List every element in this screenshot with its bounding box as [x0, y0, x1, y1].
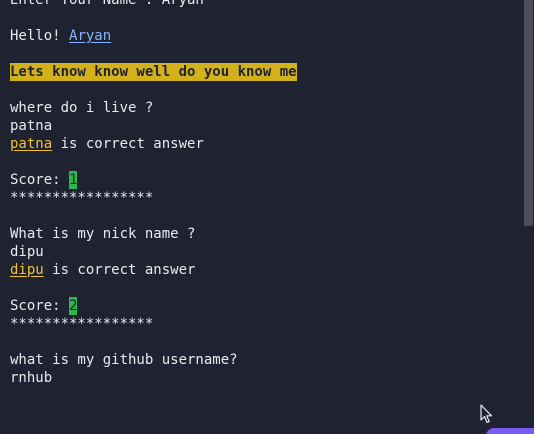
greeting-line: Hello! Aryan	[10, 27, 520, 45]
score-1-value: 1	[69, 171, 78, 189]
score-2-label: Score:	[10, 298, 70, 314]
console-output: Enter Your Name : Aryan Hello! Aryan Let…	[0, 0, 534, 434]
quiz-heading-line: Lets know know well do you know me	[10, 63, 520, 81]
answer-2-word: dipu	[10, 262, 44, 278]
score-1-label: Score:	[10, 172, 70, 188]
answer-1-word: patna	[10, 136, 53, 152]
answer-3-input[interactable]: rnhub	[10, 369, 520, 387]
answer-2-suffix: is correct answer	[43, 262, 196, 278]
question-2: What is my nick name ?	[10, 226, 196, 242]
corner-widget[interactable]	[486, 428, 534, 434]
vertical-scrollbar[interactable]	[524, 0, 534, 434]
answer-1-feedback: patna is correct answer	[10, 135, 520, 153]
score-2-value: 2	[69, 297, 78, 315]
answer-2-feedback: dipu is correct answer	[10, 261, 520, 279]
answer-1-input: patna	[10, 118, 53, 134]
name-prompt-line: Enter Your Name : Aryan	[10, 0, 204, 8]
score-1-line: Score: 1	[10, 171, 520, 189]
mouse-pointer-icon	[480, 404, 493, 424]
question-1: where do i live ?	[10, 100, 154, 116]
console-content: Enter Your Name : Aryan Hello! Aryan Let…	[10, 0, 520, 387]
separator-2: *****************	[10, 316, 154, 332]
question-3: what is my github username?	[10, 352, 238, 368]
answer-2-input: dipu	[10, 244, 44, 260]
separator-1: *****************	[10, 190, 154, 206]
scrollbar-thumb[interactable]	[524, 0, 533, 226]
quiz-heading: Lets know know well do you know me	[10, 63, 297, 81]
answer-1-suffix: is correct answer	[52, 136, 204, 152]
greeting-name-link[interactable]: Aryan	[69, 28, 111, 44]
greeting-prefix: Hello!	[10, 28, 70, 44]
score-2-line: Score: 2	[10, 297, 520, 315]
